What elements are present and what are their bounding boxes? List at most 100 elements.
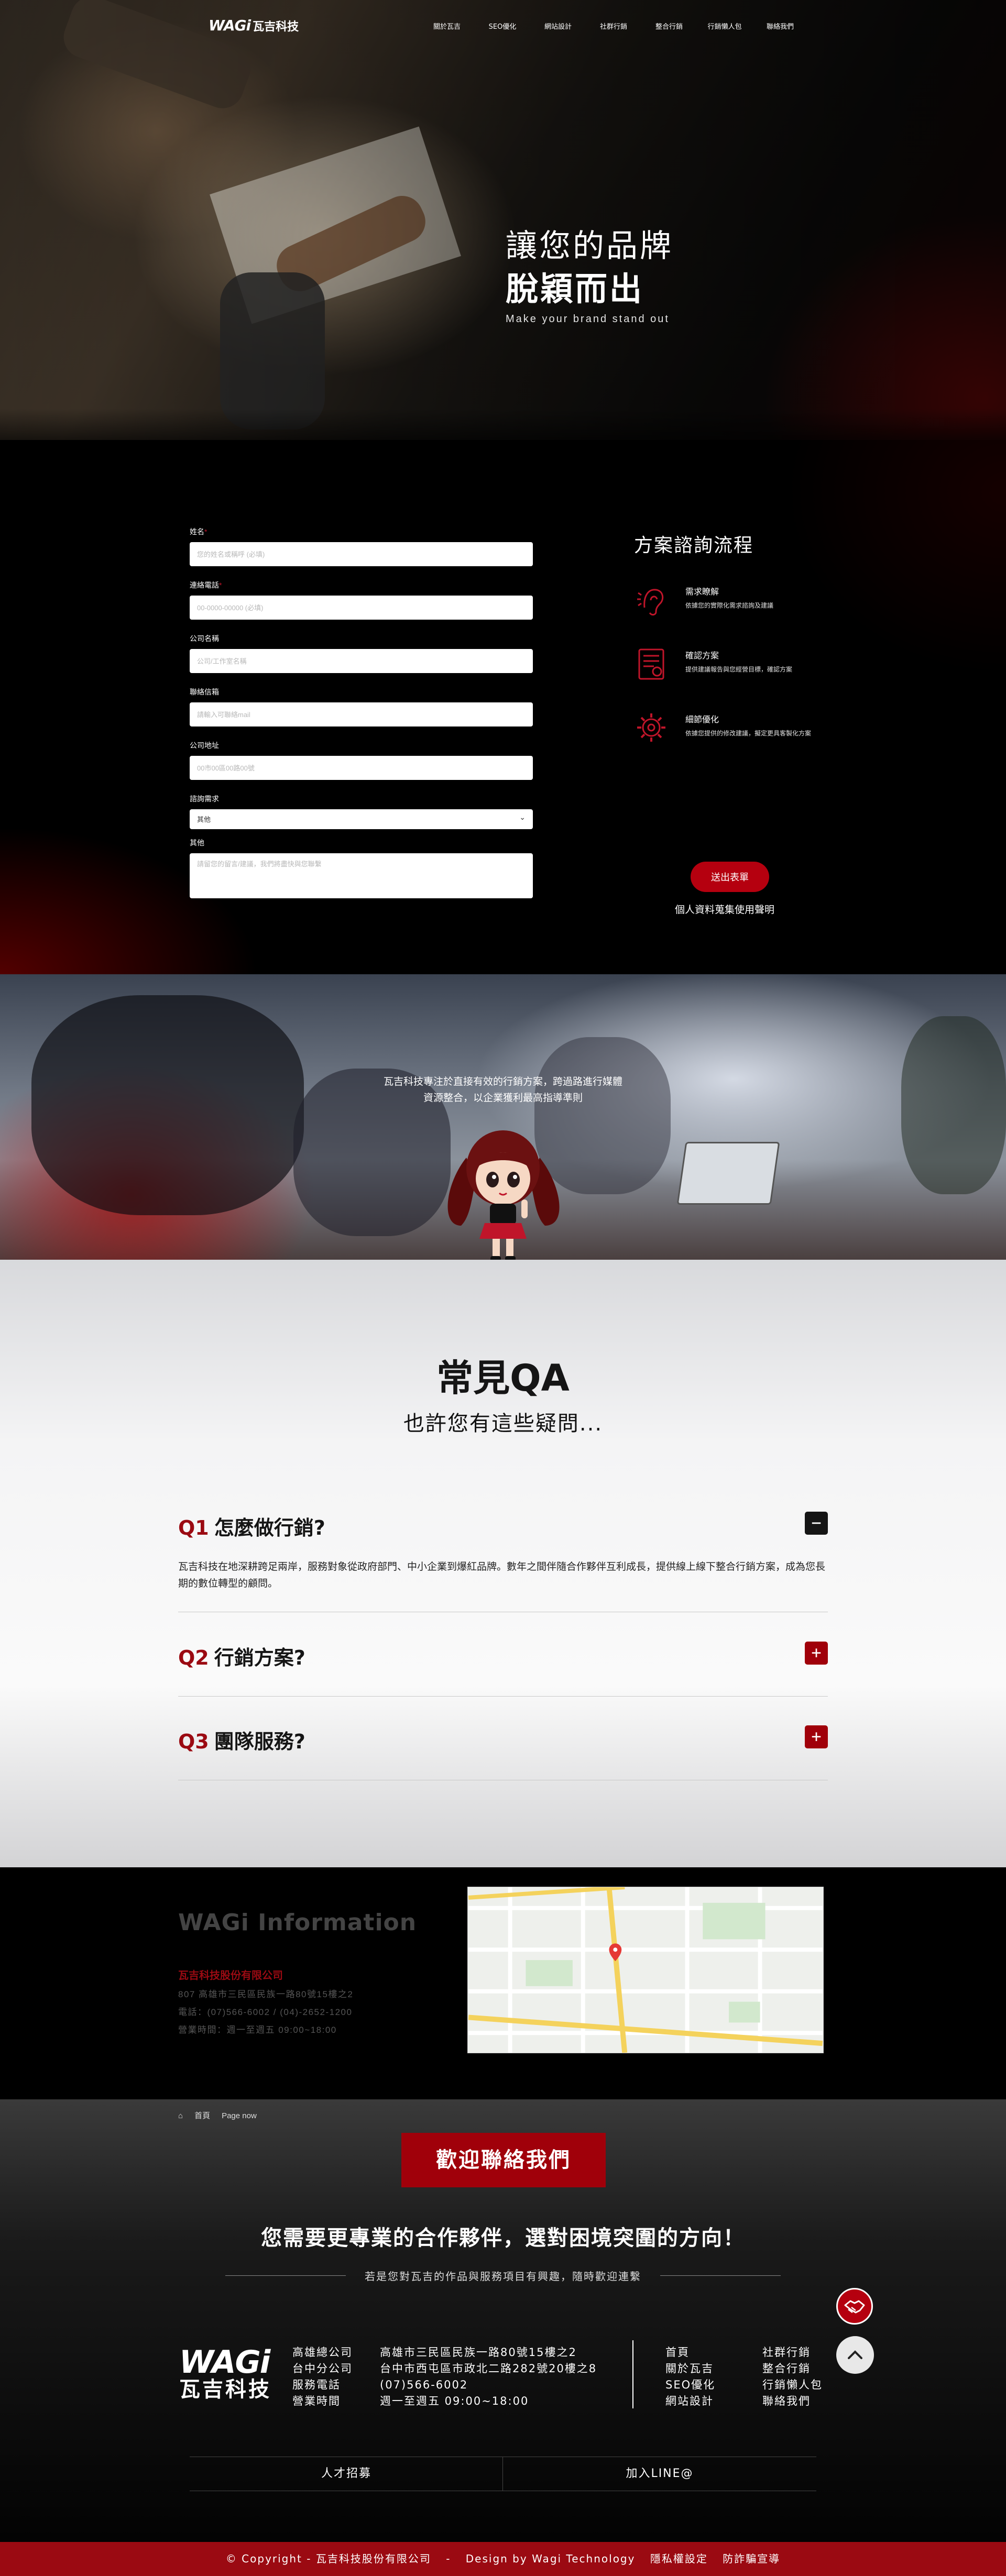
footer-link-home[interactable]: 首頁 bbox=[665, 2344, 715, 2361]
footer-link-about[interactable]: 關於瓦吉 bbox=[665, 2361, 715, 2377]
ear-icon bbox=[637, 589, 664, 616]
field-group-need: 諮詢需求 其他 ⌄ bbox=[190, 794, 533, 829]
faq-question-3: Q3 團隊服務? bbox=[178, 1730, 305, 1753]
footer-link-contact[interactable]: 聯絡我們 bbox=[762, 2393, 823, 2409]
copyright-text: © Copyright - 瓦吉科技股份有限公司 bbox=[225, 2552, 431, 2565]
name-label: 姓名* bbox=[190, 527, 207, 536]
need-select[interactable]: 其他 bbox=[190, 809, 533, 829]
submit-button[interactable]: 送出表單 bbox=[691, 862, 769, 892]
name-field[interactable] bbox=[190, 542, 533, 566]
hero-bottom-fade bbox=[0, 409, 1006, 440]
process-step-2-desc: 提供建議報告與您經營目標，確認方案 bbox=[685, 666, 793, 673]
anti-fraud-link[interactable]: 防詐騙宣導 bbox=[723, 2552, 780, 2565]
value-phone: (07)566-6002 bbox=[380, 2379, 468, 2391]
footer-logo[interactable]: WAGi 瓦吉科技 bbox=[179, 2347, 271, 2401]
footer-links-col1: 首頁 關於瓦吉 SEO優化 網站設計 bbox=[665, 2344, 715, 2409]
process-step-3-desc: 依據您提供的修改建議，擬定更具客製化方案 bbox=[685, 730, 812, 737]
other-textarea[interactable] bbox=[190, 853, 533, 898]
info-title: WAGi Information bbox=[178, 1909, 417, 1936]
site-logo[interactable]: WAGi 瓦吉科技 bbox=[209, 17, 299, 34]
faq-item-1[interactable]: Q1 怎麼做行銷? − bbox=[178, 1512, 828, 1543]
hero-title-line2: 脫穎而出 bbox=[506, 270, 644, 308]
office-photo-plant bbox=[901, 1016, 1006, 1194]
plus-icon[interactable]: + bbox=[805, 1725, 828, 1748]
handshake-icon bbox=[844, 2300, 865, 2314]
nav-item-integrated[interactable]: 整合行銷 bbox=[641, 21, 697, 31]
nav-item-contact[interactable]: 聯絡我們 bbox=[752, 21, 808, 31]
footer-link-guide[interactable]: 行銷懶人包 bbox=[762, 2377, 823, 2393]
phone-field[interactable] bbox=[190, 596, 533, 620]
back-to-top-button[interactable] bbox=[836, 2336, 874, 2374]
line-button[interactable]: 加入LINE@ bbox=[503, 2457, 816, 2491]
company-label: 公司名稱 bbox=[190, 634, 219, 643]
design-credit: Design by Wagi Technology bbox=[465, 2552, 636, 2565]
minus-icon[interactable]: − bbox=[805, 1512, 828, 1535]
process-step-2: 確認方案 提供建議報告與您經營目標，確認方案 bbox=[633, 645, 832, 692]
faq-answer-1: 瓦吉科技在地深耕跨足兩岸，服務對象從政府部門、中小企業到爆紅品牌。數年之間伴隨合… bbox=[178, 1561, 826, 1589]
need-select-wrap: 其他 ⌄ bbox=[190, 809, 533, 829]
address-label: 公司地址 bbox=[190, 741, 219, 750]
footer-link-seo[interactable]: SEO優化 bbox=[665, 2377, 715, 2393]
footer-values: 高雄市三民區民族一路80號15樓之2 台中市西屯區市政北二路282號20樓之8 … bbox=[380, 2344, 597, 2409]
mascot-illustration bbox=[447, 1130, 560, 1261]
breadcrumb: ⌂ 首頁 Page now bbox=[178, 2110, 268, 2121]
logo-mark: WAGi bbox=[209, 17, 251, 34]
nav-item-seo[interactable]: SEO優化 bbox=[475, 21, 530, 31]
field-group-phone: 連絡電話* bbox=[190, 580, 533, 620]
need-label: 諮詢需求 bbox=[190, 795, 219, 803]
plus-icon[interactable]: + bbox=[805, 1642, 828, 1665]
label-hours: 營業時間 bbox=[292, 2395, 341, 2407]
footer-link-web-design[interactable]: 網站設計 bbox=[665, 2393, 715, 2409]
process-step-3: 細節優化 依據您提供的修改建議，擬定更具客製化方案 bbox=[633, 709, 832, 756]
copyright-dash: - bbox=[446, 2552, 451, 2565]
faq-item-3[interactable]: Q3 團隊服務? + bbox=[178, 1725, 828, 1757]
info-company: 瓦吉科技股份有限公司 bbox=[178, 1969, 283, 1981]
document-icon bbox=[638, 648, 664, 680]
nav-item-web-design[interactable]: 網站設計 bbox=[530, 21, 586, 31]
nav-item-guide[interactable]: 行銷懶人包 bbox=[697, 21, 752, 31]
email-field[interactable] bbox=[190, 702, 533, 726]
faq-subtitle: 也許您有這些疑問... bbox=[403, 1412, 603, 1436]
hero-title: 讓您的品牌 脫穎而出 Make your brand stand out bbox=[506, 225, 673, 325]
phone-label: 連絡電話* bbox=[190, 581, 222, 589]
footer-subline: 若是您對瓦吉的作品與服務項目有興趣，隨時歡迎連繫 bbox=[365, 2270, 641, 2283]
label-phone: 服務電話 bbox=[292, 2379, 341, 2391]
breadcrumb-home[interactable]: 首頁 bbox=[194, 2111, 210, 2120]
company-field[interactable] bbox=[190, 649, 533, 673]
nav-item-social[interactable]: 社群行銷 bbox=[586, 21, 641, 31]
footer-link-integrated[interactable]: 整合行銷 bbox=[762, 2361, 823, 2377]
info-phone: 電話：(07)566-6002 / (04)-2652-1200 bbox=[178, 2007, 353, 2017]
process-step-1: 需求瞭解 依據您的實際化需求諮詢及建議 bbox=[633, 581, 832, 629]
logo-text: 瓦吉科技 bbox=[253, 20, 299, 34]
contact-fab[interactable] bbox=[836, 2288, 873, 2325]
field-group-company: 公司名稱 bbox=[190, 633, 533, 673]
jobs-button[interactable]: 人才招募 bbox=[190, 2457, 503, 2491]
office-photo-laptop bbox=[676, 1142, 780, 1205]
value-hq: 高雄市三民區民族一路80號15樓之2 bbox=[380, 2346, 577, 2359]
label-hq: 高雄總公司 bbox=[292, 2346, 353, 2359]
faq-question-1: Q1 怎麼做行銷? bbox=[178, 1516, 325, 1539]
nav-item-about[interactable]: 關於瓦吉 bbox=[419, 21, 475, 31]
field-group-email: 聯絡信箱 bbox=[190, 687, 533, 726]
field-group-address: 公司地址 bbox=[190, 740, 533, 780]
info-address: 807 高雄市三民區民族一路80號15樓之2 bbox=[178, 1989, 354, 1999]
other-label: 其他 bbox=[190, 839, 204, 847]
footer-link-social[interactable]: 社群行銷 bbox=[762, 2344, 823, 2361]
process-step-3-title: 細節優化 bbox=[685, 714, 719, 724]
process-step-1-title: 需求瞭解 bbox=[685, 587, 719, 597]
privacy-settings-link[interactable]: 隱私權設定 bbox=[650, 2552, 708, 2565]
hero-subtitle: Make your brand stand out bbox=[506, 313, 670, 325]
map-embed[interactable] bbox=[467, 1887, 824, 2053]
info-hours: 營業時間：週一至週五 09:00~18:00 bbox=[178, 2025, 337, 2035]
hero-banner: WAGi 瓦吉科技 關於瓦吉 SEO優化 網站設計 社群行銷 整合行銷 行銷懶人… bbox=[0, 0, 1006, 440]
footer-divider bbox=[632, 2340, 633, 2408]
top-navbar: WAGi 瓦吉科技 關於瓦吉 SEO優化 網站設計 社群行銷 整合行銷 行銷懶人… bbox=[0, 0, 1006, 52]
breadcrumb-current: Page now bbox=[222, 2111, 257, 2120]
contact-section: 姓名* 連絡電話* 公司名稱 聯絡信箱 公司地址 諮詢需求 其他 ⌄ 其他 bbox=[0, 440, 1006, 974]
address-field[interactable] bbox=[190, 756, 533, 780]
office-text: 瓦吉科技專注於直接有效的行銷方案，跨過路進行媒體資源整合，以企業獲利最高指導準則 bbox=[383, 1076, 622, 1104]
hero-title-line1: 讓您的品牌 bbox=[506, 228, 673, 265]
privacy-statement-link[interactable]: 個人資料蒐集使用聲明 bbox=[675, 902, 774, 916]
hero-overlay bbox=[0, 0, 1006, 440]
faq-item-2[interactable]: Q2 行銷方案? + bbox=[178, 1642, 828, 1673]
